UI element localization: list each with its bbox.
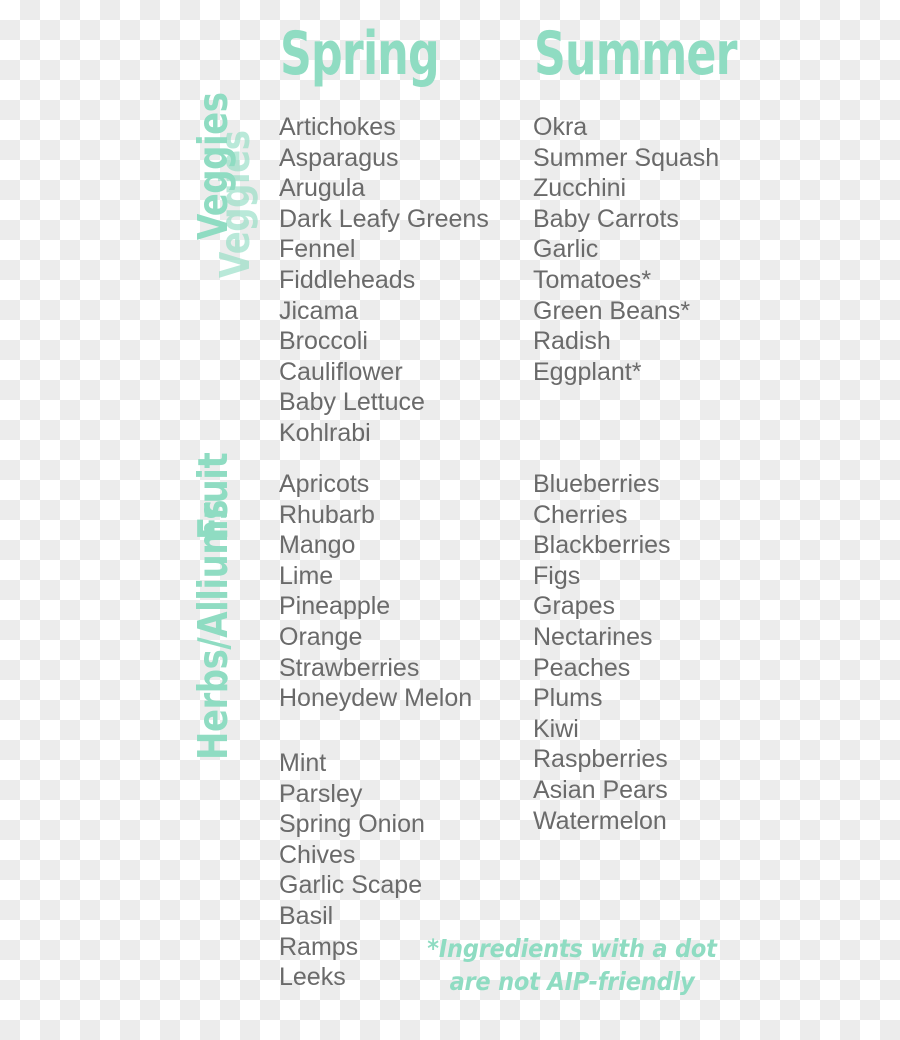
produce-item: Figs	[533, 561, 581, 590]
produce-item: Pineapple	[279, 592, 391, 621]
produce-item: Garlic Scape	[279, 871, 423, 900]
produce-item: Grapes	[533, 592, 615, 621]
produce-item: Broccoli	[279, 327, 368, 356]
produce-item: Chives	[279, 840, 356, 869]
season-header-spring: Spring	[280, 19, 440, 89]
produce-item: Raspberries	[533, 745, 668, 774]
produce-item: Summer Squash	[533, 143, 720, 172]
produce-item: Baby Lettuce	[279, 388, 425, 417]
list-spring-veggies: Artichokes Asparagus Arugula Dark Leafy Gre…	[279, 112, 489, 449]
produce-item: Blackberries	[533, 531, 671, 560]
season-header-summer: Summer	[534, 19, 737, 89]
produce-item: Green Beans*	[533, 296, 691, 325]
produce-item: Lime	[279, 561, 334, 590]
produce-item: Apricots	[279, 470, 370, 498]
produce-item: Parsley	[279, 779, 363, 808]
produce-item: Basil	[279, 901, 334, 930]
produce-item: Tomatoes*	[533, 265, 652, 294]
list-spring-herbs: Mint Parsley Spring Onion Chives Garlic Scap…	[279, 748, 425, 993]
aip-footnote: *Ingredients with a dot are not AIP-frie…	[424, 932, 720, 998]
produce-item: Peaches	[533, 653, 631, 682]
produce-item: Honeydew Melon	[279, 684, 473, 713]
category-label-veggies-text: Veggies	[189, 92, 237, 240]
produce-item: Plums	[533, 684, 603, 713]
produce-item: Kohlrabi	[279, 418, 371, 447]
produce-item: Cauliflower	[279, 357, 403, 386]
produce-item: Dark Leafy Greens	[279, 204, 489, 233]
produce-item: Blueberries	[533, 470, 660, 498]
produce-item: Cherries	[533, 500, 628, 529]
seasonal-produce-chart: Spring Summer Veggies Veggies Fruit Herb…	[0, 0, 900, 1040]
produce-item: Radish	[533, 327, 611, 356]
produce-item: Fiddleheads	[279, 265, 416, 294]
produce-item: Watermelon	[533, 806, 667, 835]
produce-item: Spring Onion	[279, 810, 425, 839]
produce-item: Nectarines	[533, 622, 653, 651]
list-summer-veggies: Okra Summer Squash Zucchini Baby Carrots Gar…	[533, 112, 719, 387]
aip-footnote-line-2: are not AIP-friendly	[449, 967, 695, 996]
produce-item: Okra	[533, 113, 588, 141]
list-summer-fruit: Blueberries Cherries Blackberries Figs Grape…	[533, 469, 671, 836]
category-label-herbs-alliums-text: Herbs/Alliums	[189, 500, 237, 760]
produce-item: Asian Pears	[533, 775, 668, 804]
produce-item: Arugula	[279, 174, 366, 203]
produce-item: Fennel	[279, 235, 356, 264]
produce-item: Jicama	[279, 296, 359, 325]
produce-item: Kiwi	[533, 714, 579, 743]
aip-footnote-line-1: *Ingredients with a dot	[427, 934, 717, 963]
list-spring-fruit: Apricots Rhubarb Mango Lime Pineapple Orange S…	[279, 469, 472, 714]
produce-item: Orange	[279, 622, 363, 651]
produce-item: Strawberries	[279, 653, 420, 682]
produce-item: Artichokes	[279, 113, 396, 141]
produce-item: Leeks	[279, 963, 346, 992]
produce-item: Eggplant*	[533, 357, 642, 386]
produce-item: Asparagus	[279, 143, 399, 172]
produce-item: Mango	[279, 531, 356, 560]
produce-item: Zucchini	[533, 174, 627, 203]
produce-item: Rhubarb	[279, 500, 375, 529]
produce-item: Mint	[279, 749, 327, 777]
produce-item: Baby Carrots	[533, 204, 679, 233]
produce-item: Garlic	[533, 235, 599, 264]
produce-item: Ramps	[279, 932, 359, 961]
